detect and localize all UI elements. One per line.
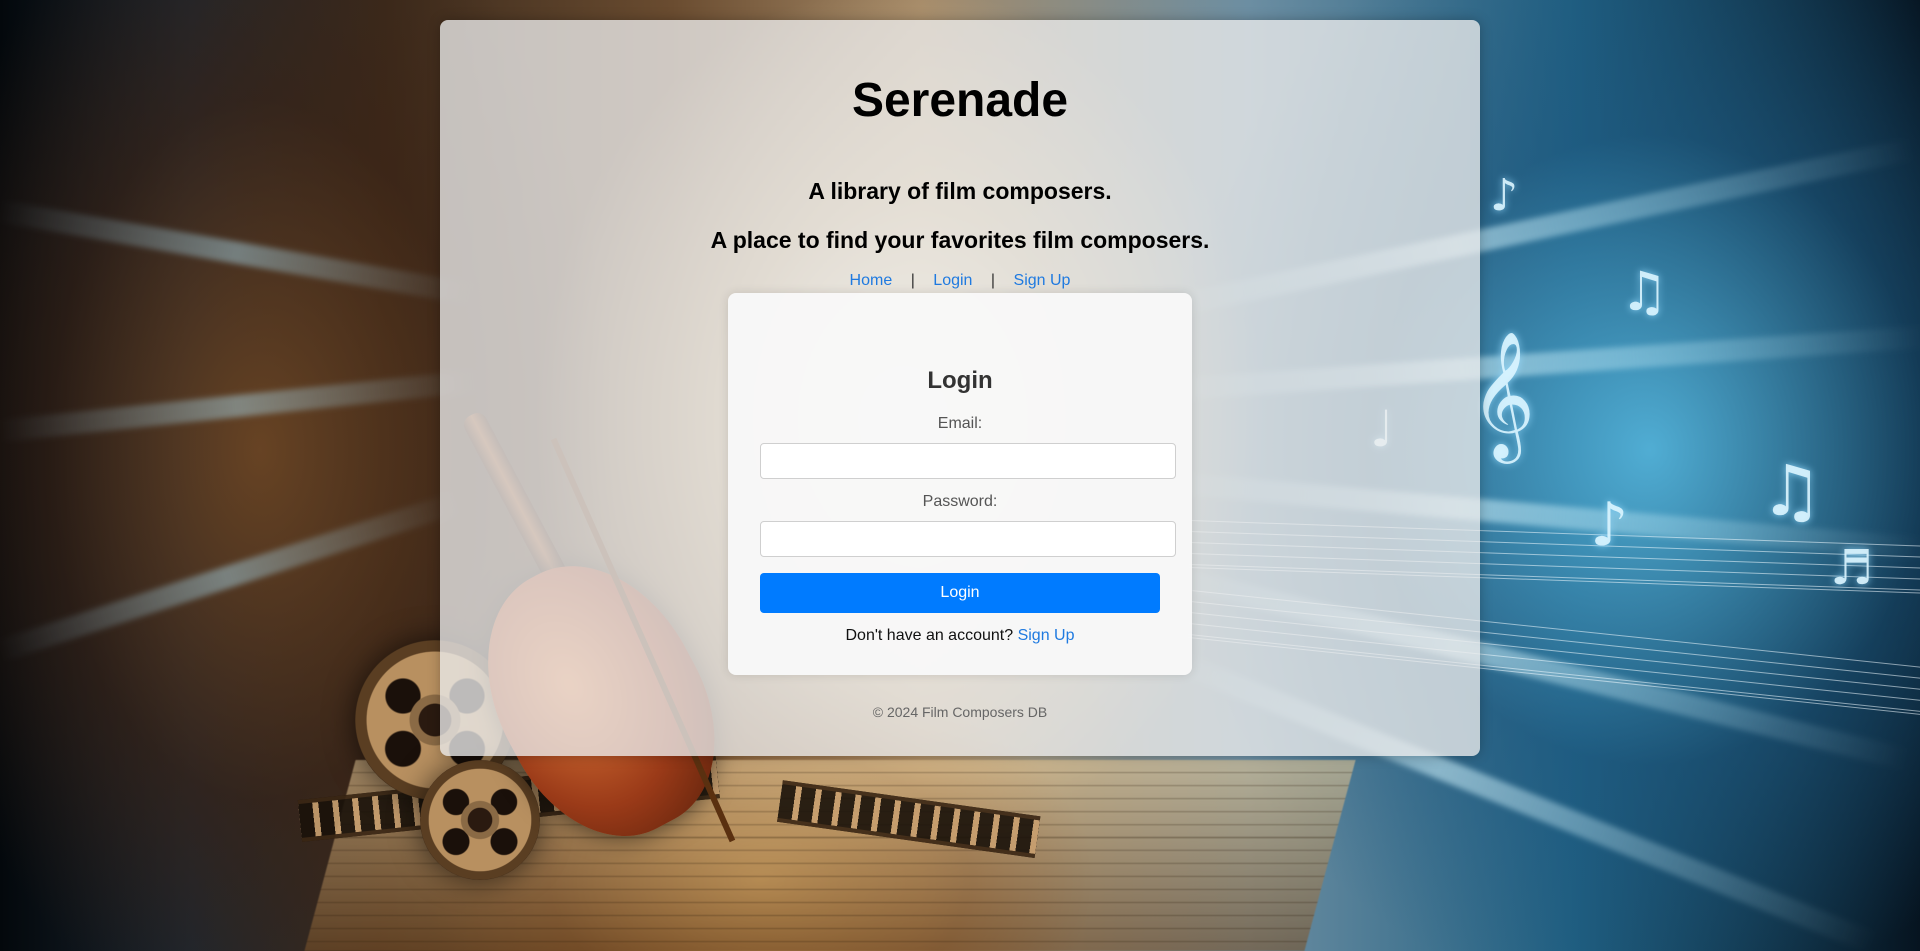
password-field[interactable] — [760, 521, 1176, 557]
footer-copyright: © 2024 Film Composers DB — [872, 704, 1048, 720]
site-title: Serenade — [851, 74, 1069, 127]
login-title: Login — [927, 367, 993, 394]
site-tagline: A library of film composers. — [808, 178, 1112, 204]
nav-signup-link[interactable]: Sign Up — [1014, 272, 1071, 289]
nav-separator: | — [990, 272, 996, 289]
signup-prompt-text: Don't have an account? — [845, 627, 1014, 644]
email-label: Email: — [937, 415, 983, 432]
music-note-icon: ♪ — [1490, 170, 1519, 221]
email-field[interactable] — [760, 443, 1176, 479]
music-note-icon: ♫ — [1620, 260, 1669, 323]
login-card: Login Email: Password: Login Don't have … — [728, 293, 1192, 675]
signup-link[interactable]: Sign Up — [1018, 627, 1075, 644]
music-note-icon: ♬ — [1830, 540, 1874, 596]
music-note-icon: ♪ — [1590, 490, 1629, 560]
main-panel: Serenade A library of film composers. A … — [440, 20, 1480, 756]
nav-home-link[interactable]: Home — [850, 272, 893, 289]
nav-separator: | — [910, 272, 915, 289]
signup-prompt: Don't have an account? Sign Up — [728, 627, 1192, 645]
password-label: Password: — [922, 493, 998, 510]
film-reel-icon — [420, 760, 540, 880]
site-description: A place to find your favorites film comp… — [710, 227, 1210, 253]
nav-login-link[interactable]: Login — [933, 272, 972, 289]
music-note-icon: ♫ — [1760, 450, 1823, 532]
top-nav: Home | Login | Sign Up — [440, 272, 1480, 290]
login-button[interactable]: Login — [760, 573, 1160, 613]
